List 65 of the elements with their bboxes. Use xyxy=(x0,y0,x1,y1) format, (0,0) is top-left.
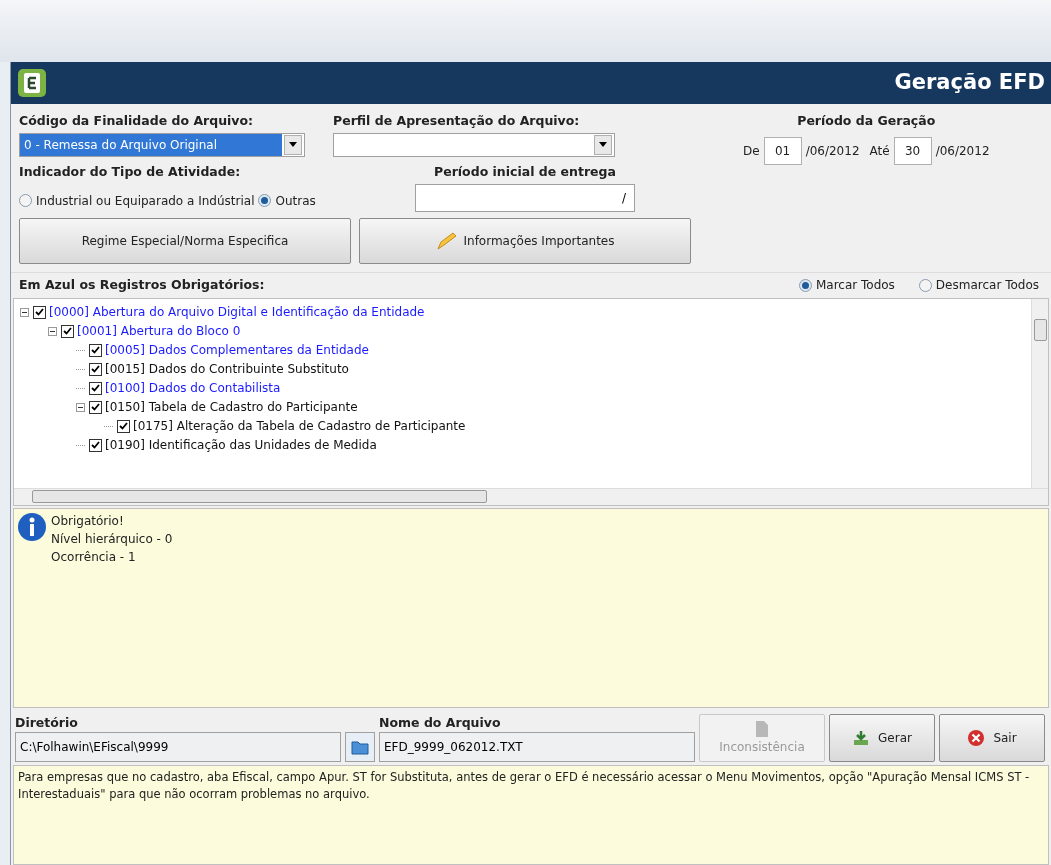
radio-label: Outras xyxy=(275,192,316,210)
info-icon xyxy=(17,511,47,542)
download-arrow-icon xyxy=(852,730,871,747)
info-text: Ocorrência - 1 xyxy=(51,548,137,566)
radio-button[interactable] xyxy=(798,278,812,292)
tree-checkbox[interactable] xyxy=(89,343,102,357)
field-label: Código da Finalidade do Arquivo: xyxy=(19,112,255,130)
month-year-text: /06/2012 xyxy=(935,142,990,160)
app-logo-icon xyxy=(17,68,47,98)
notice-bar: Para empresas que no cadastro, aba Efiscal, campo Apur. ST for Substituta, antes de gerar o EFD é necessário acessar o Menu Movimentos, opção "Apuração Mensal ICMS ST - Interestaduais" para que não ocorram problemas no arquivo. xyxy=(13,765,1049,865)
field-label: Indicador do Tipo de Atividade: xyxy=(19,162,242,181)
tree-checkbox[interactable] xyxy=(117,419,130,433)
tree-item[interactable]: [0001] Abertura do Bloco 0 xyxy=(77,322,241,340)
radio-button[interactable] xyxy=(918,278,932,292)
window-title: Geração EFD xyxy=(894,69,1045,97)
action-button[interactable]: Informações Importantes xyxy=(359,217,691,264)
collapse-icon[interactable] xyxy=(76,402,85,412)
radio-button[interactable] xyxy=(258,194,272,207)
dropdown-field[interactable] xyxy=(333,132,615,157)
to-label: Até xyxy=(869,142,890,160)
tree-checkbox[interactable] xyxy=(89,362,102,376)
section-label: Em Azul os Registros Obrigatórios: xyxy=(19,275,265,294)
radio-label: Industrial ou Equiparado a Indústrial xyxy=(36,192,255,210)
tree-checkbox[interactable] xyxy=(61,324,74,338)
action-button[interactable]: Regime Especial/Norma Especifica xyxy=(19,217,351,264)
field-label: Diretório xyxy=(15,713,79,732)
day-field[interactable]: 30 xyxy=(893,136,932,165)
action-button[interactable]: Gerar xyxy=(829,714,935,763)
from-label: De xyxy=(743,142,760,160)
action-button[interactable]: Sair xyxy=(939,714,1045,763)
radio-button[interactable] xyxy=(19,194,32,207)
tree-item[interactable]: [0150] Tabela de Cadastro do Participante xyxy=(105,398,358,416)
tree-item[interactable]: [0005] Dados Complementares da Entidade xyxy=(105,341,369,359)
tree-item[interactable]: [0100] Dados do Contabilista xyxy=(105,379,281,397)
dropdown-field[interactable]: 0 - Remessa do Arquivo Original xyxy=(19,132,305,157)
radio-label: Desmarcar Todos xyxy=(935,277,1039,294)
tree-item[interactable]: [0190] Identificação das Unidades de Medida xyxy=(105,436,377,454)
tree-checkbox[interactable] xyxy=(89,438,102,452)
folder-button[interactable] xyxy=(345,732,375,763)
field-label: Nome do Arquivo xyxy=(379,713,502,732)
tree-item[interactable]: [0175] Alteração da Tabela de Cadastro de Participante xyxy=(133,417,466,435)
month-year-text: /06/2012 xyxy=(805,142,860,160)
radio-label: Marcar Todos xyxy=(815,277,895,294)
day-field[interactable]: 01 xyxy=(763,136,802,165)
pencil-icon xyxy=(435,230,458,251)
tree-checkbox[interactable] xyxy=(89,400,102,414)
folder-icon xyxy=(351,739,369,755)
field-label: Perfil de Apresentação do Arquivo: xyxy=(333,112,581,130)
field-label: Período da Geração xyxy=(797,112,936,130)
tree-item[interactable]: [0015] Dados do Contribuinte Substituto xyxy=(105,360,349,378)
vertical-scrollbar[interactable] xyxy=(1031,298,1048,488)
document-icon xyxy=(754,720,770,739)
file-name-field[interactable]: EFD_9999_062012.TXT xyxy=(379,732,695,763)
tree-item[interactable]: [0000] Abertura do Arquivo Digital e Identificação da Entidade xyxy=(49,303,425,321)
tree-checkbox[interactable] xyxy=(89,381,102,395)
close-icon xyxy=(967,729,986,748)
collapse-icon[interactable] xyxy=(48,326,57,336)
info-text: Nível hierárquico - 0 xyxy=(51,530,173,548)
tree-checkbox[interactable] xyxy=(33,305,46,319)
input-field[interactable]: / xyxy=(415,183,635,212)
horizontal-scrollbar[interactable] xyxy=(14,487,1048,505)
field-label: Período inicial de entrega xyxy=(434,162,616,181)
info-text: Obrigatório! xyxy=(51,512,125,530)
collapse-icon[interactable] xyxy=(20,307,29,317)
directory-field[interactable]: C:\Folhawin\EFiscal\9999 xyxy=(15,732,341,763)
